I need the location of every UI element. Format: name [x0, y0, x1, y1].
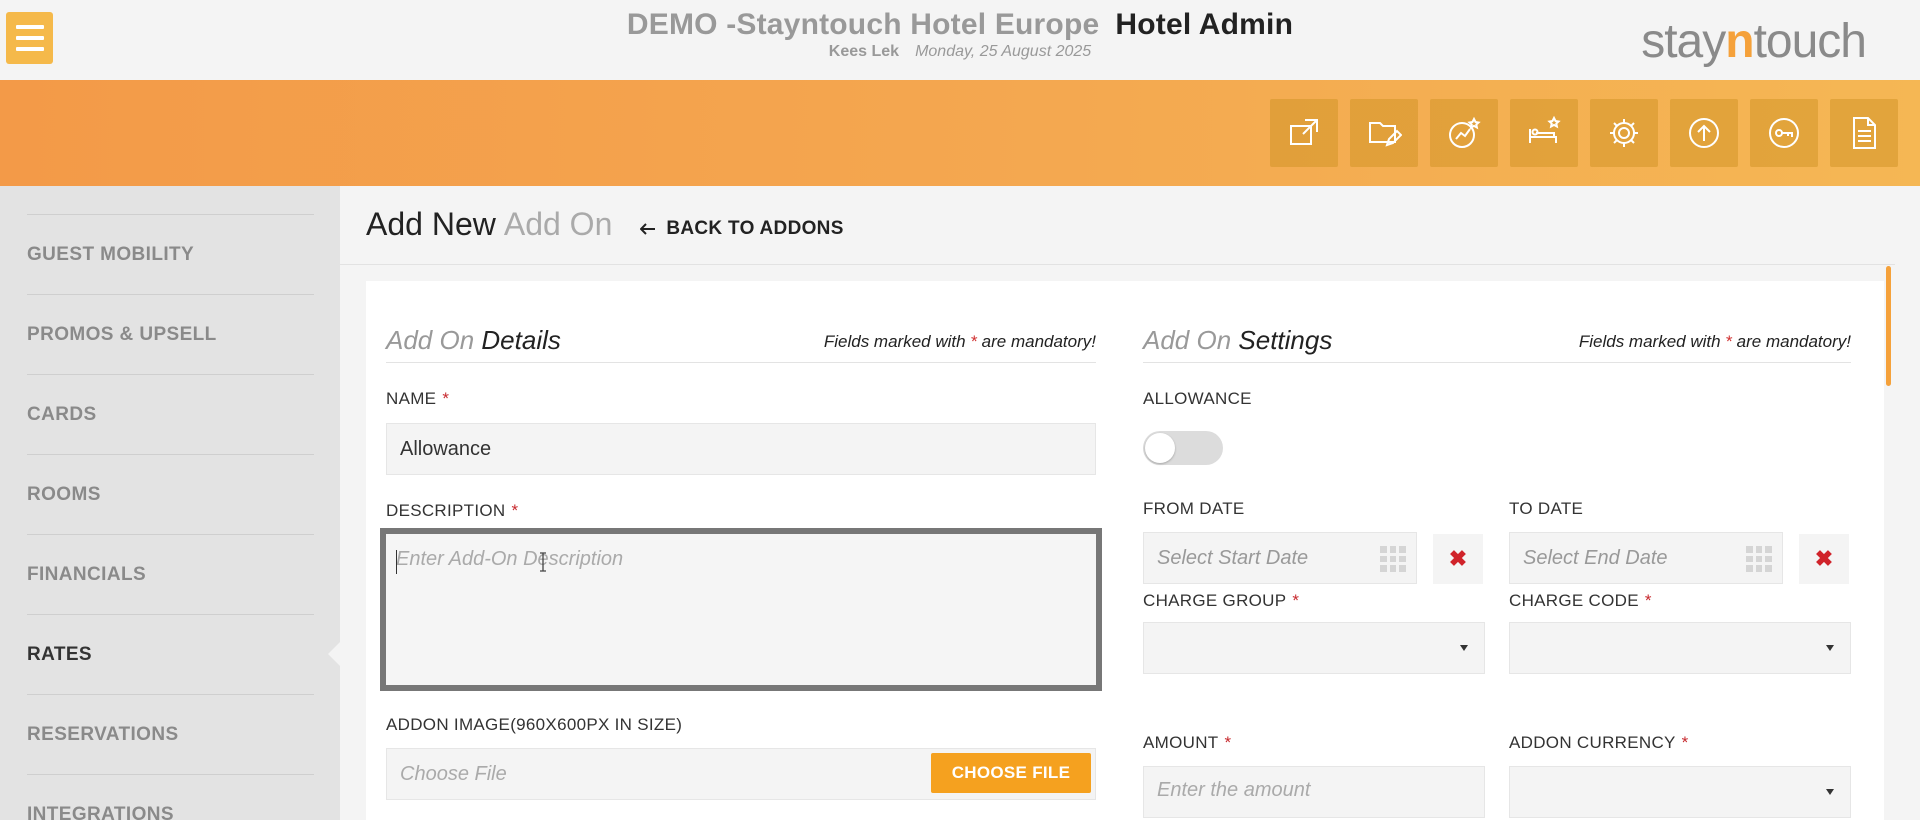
- sidebar-item-rates[interactable]: RATES: [27, 614, 314, 694]
- toggle-knob: [1145, 433, 1175, 463]
- description-textarea[interactable]: Enter Add-On Description: [380, 528, 1102, 691]
- dropdown-arrow-icon: [1826, 789, 1834, 795]
- dropdown-arrow-icon: [1826, 645, 1834, 651]
- arrow-left-icon: [640, 223, 656, 235]
- from-date-label: FROM DATE: [1143, 499, 1245, 518]
- user-name: Kees Lek: [828, 43, 900, 60]
- upload-icon[interactable]: [1670, 99, 1738, 167]
- addon-image-label: ADDON IMAGE(960X600PX IN SIZE): [386, 715, 683, 734]
- back-to-addons-link[interactable]: BACK TO ADDONS: [640, 218, 843, 240]
- sidebar-item-promos-upsell[interactable]: PROMOS & UPSELL: [27, 294, 314, 374]
- name-label: NAME *: [386, 389, 450, 408]
- allowance-toggle[interactable]: [1143, 431, 1223, 465]
- external-link-icon[interactable]: [1270, 99, 1338, 167]
- dropdown-arrow-icon: [1460, 645, 1468, 651]
- charge-group-label: CHARGE GROUP *: [1143, 591, 1300, 610]
- header-title: DEMO -Stayntouch Hotel Europe Hotel Admin…: [0, 8, 1920, 61]
- header-band: [0, 80, 1920, 186]
- sidebar-item-guest-mobility[interactable]: GUEST MOBILITY: [27, 214, 314, 294]
- details-section-title: Add On Details: [386, 325, 561, 355]
- name-input[interactable]: Allowance: [386, 423, 1096, 475]
- sidebar-item-rooms[interactable]: ROOMS: [27, 454, 314, 534]
- main-content: Add New Add On BACK TO ADDONS Add On Det…: [340, 186, 1920, 820]
- sidebar-item-cards[interactable]: CARDS: [27, 374, 314, 454]
- folder-edit-icon[interactable]: [1350, 99, 1418, 167]
- charge-group-select[interactable]: [1143, 622, 1485, 674]
- to-date-label: TO DATE: [1509, 499, 1584, 518]
- key-icon[interactable]: [1750, 99, 1818, 167]
- gear-icon[interactable]: [1590, 99, 1658, 167]
- business-date: Monday, 25 August 2025: [915, 43, 1092, 60]
- addon-currency-select[interactable]: [1509, 766, 1851, 818]
- amount-label: AMOUNT *: [1143, 733, 1232, 752]
- from-date-input[interactable]: Select Start Date: [1143, 532, 1417, 584]
- scrollbar-thumb[interactable]: [1886, 266, 1891, 386]
- stayntouch-logo: stayntouch: [1641, 15, 1867, 68]
- sidebar: GUEST MOBILITY PROMOS & UPSELL CARDS ROO…: [0, 186, 342, 820]
- choose-file-button[interactable]: CHOOSE FILE: [931, 753, 1091, 793]
- mandatory-note: Fields marked with * are mandatory!: [1578, 332, 1851, 351]
- page-title: Add New: [366, 206, 496, 242]
- header-divider: [340, 264, 1895, 265]
- clear-from-date-button[interactable]: ✖: [1433, 534, 1483, 584]
- document-icon[interactable]: [1830, 99, 1898, 167]
- text-caret: [396, 550, 397, 574]
- allowance-label: ALLOWANCE: [1143, 389, 1252, 408]
- description-label: DESCRIPTION *: [386, 501, 519, 520]
- charge-code-label: CHARGE CODE *: [1509, 591, 1652, 610]
- sidebar-item-reservations[interactable]: RESERVATIONS: [27, 694, 314, 774]
- hotel-name: DEMO -Stayntouch Hotel Europe: [626, 8, 1100, 41]
- calendar-icon[interactable]: [1746, 546, 1772, 572]
- addon-form-card: Add On Details Fields marked with * are …: [366, 281, 1884, 820]
- mandatory-note: Fields marked with * are mandatory!: [823, 332, 1096, 351]
- app-name: Hotel Admin: [1115, 8, 1294, 41]
- charge-code-select[interactable]: [1509, 622, 1851, 674]
- calendar-icon[interactable]: [1380, 546, 1406, 572]
- amount-input[interactable]: Enter the amount: [1143, 766, 1485, 818]
- sidebar-item-financials[interactable]: FINANCIALS: [27, 534, 314, 614]
- addon-currency-label: ADDON CURRENCY *: [1509, 733, 1689, 752]
- top-bar: DEMO -Stayntouch Hotel Europe Hotel Admin…: [0, 0, 1920, 80]
- page-title-sub: Add On: [503, 206, 613, 242]
- sidebar-item-integrations[interactable]: INTEGRATIONS: [27, 774, 314, 820]
- to-date-input[interactable]: Select End Date: [1509, 532, 1783, 584]
- settings-section-title: Add On Settings: [1143, 325, 1333, 355]
- text-cursor-icon: [540, 552, 546, 572]
- chart-star-icon[interactable]: [1430, 99, 1498, 167]
- bed-star-icon[interactable]: [1510, 99, 1578, 167]
- clear-to-date-button[interactable]: ✖: [1799, 534, 1849, 584]
